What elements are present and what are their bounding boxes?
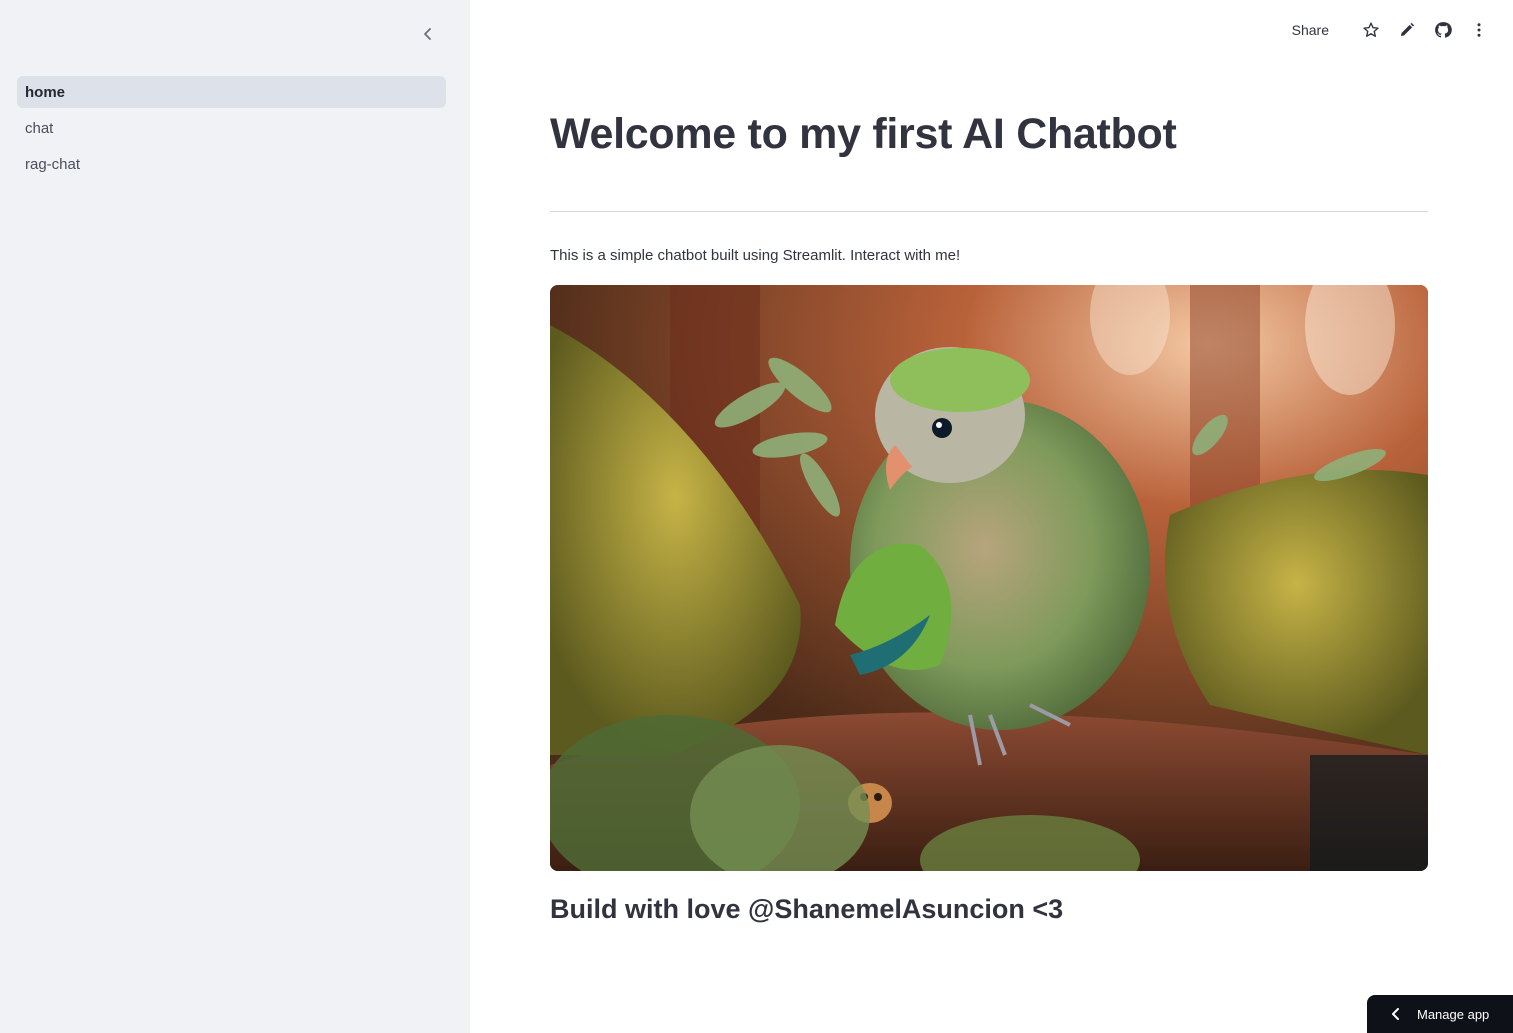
sidebar-item-chat[interactable]: chat — [17, 112, 446, 144]
intro-text: This is a simple chatbot built using Str… — [550, 247, 961, 264]
manage-app-label: Manage app — [1417, 1006, 1490, 1022]
star-icon[interactable] — [1359, 18, 1383, 42]
sidebar-item-home[interactable]: home — [17, 76, 446, 108]
sidebar-item-rag-chat[interactable]: rag-chat — [17, 148, 446, 180]
pencil-icon[interactable] — [1395, 18, 1419, 42]
more-vertical-icon[interactable] — [1467, 18, 1491, 42]
sidebar-nav: home chat rag-chat — [17, 76, 446, 184]
sidebar-item-label: home — [25, 83, 66, 101]
collapse-sidebar-button[interactable] — [414, 20, 442, 48]
header-toolbar: Share — [1292, 16, 1491, 44]
page-title: Welcome to my first AI Chatbot — [550, 110, 1177, 158]
hero-image — [550, 285, 1428, 871]
sidebar-item-label: rag-chat — [25, 155, 81, 173]
parrot-illustration — [550, 285, 1428, 871]
footer-note: Build with love @ShanemelAsuncion <3 — [550, 894, 1064, 924]
sidebar-item-label: chat — [25, 119, 54, 137]
app-root: home chat rag-chat Share Welcome to my f… — [0, 0, 1513, 1033]
chevron-left-icon — [424, 28, 431, 40]
chevron-left-icon — [1392, 1008, 1399, 1020]
github-icon[interactable] — [1431, 18, 1455, 42]
share-button[interactable]: Share — [1292, 22, 1329, 38]
divider — [550, 211, 1428, 212]
sidebar: home chat rag-chat — [0, 0, 470, 1033]
manage-app-button[interactable]: Manage app — [1367, 995, 1513, 1033]
